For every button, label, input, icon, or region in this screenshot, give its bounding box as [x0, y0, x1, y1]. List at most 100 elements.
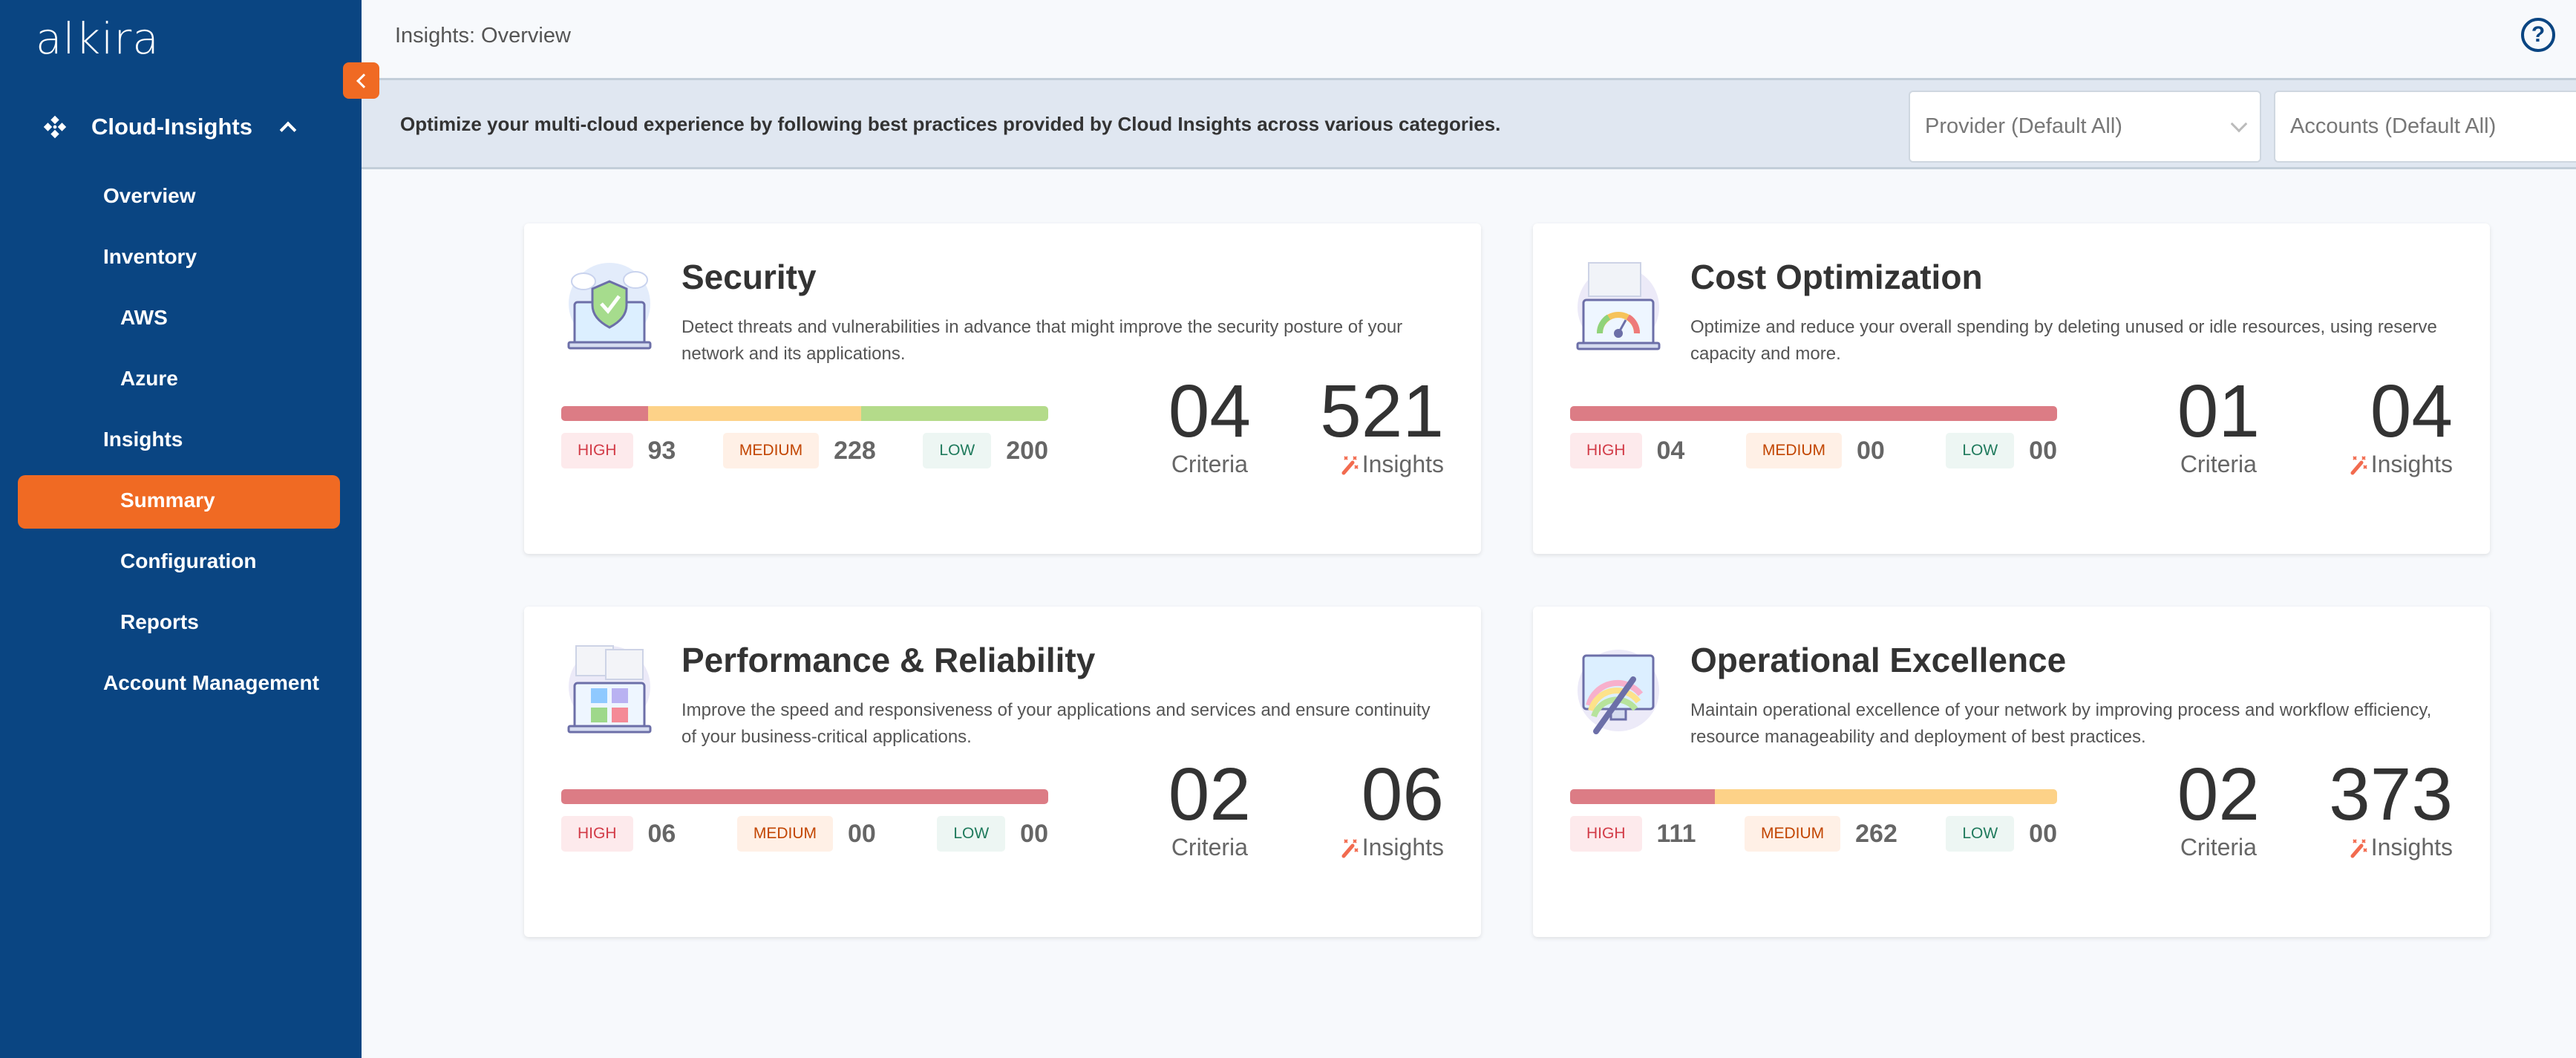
insights-stat[interactable]: 373 Insights [2329, 755, 2453, 861]
operational-monitor-pen-icon [1570, 642, 1667, 739]
page-title: Insights: Overview [395, 24, 571, 48]
severity-bar-high [561, 789, 1048, 804]
provider-select[interactable]: Provider (Default All) [1909, 91, 2261, 163]
severity-bar [561, 406, 1048, 421]
magic-wand-icon [2350, 455, 2367, 474]
low-badge: LOW [1946, 433, 2015, 468]
high-badge: HIGH [561, 433, 633, 468]
card-title: Performance & Reliability [681, 641, 1096, 679]
sidebar-item-configuration[interactable]: Configuration [120, 549, 257, 573]
medium-count: 00 [848, 819, 876, 848]
severity-bar-medium [1715, 789, 2057, 804]
help-icon[interactable]: ? [2521, 18, 2555, 52]
low-badge: LOW [923, 433, 992, 468]
insights-count: 521 [1320, 370, 1444, 453]
card-description: Maintain operational excellence of your … [1690, 700, 2432, 747]
criteria-count: 02 [1168, 753, 1251, 836]
magic-wand-icon [1341, 838, 1359, 858]
criteria-label: Criteria [2180, 834, 2257, 861]
high-badge: HIGH [561, 816, 633, 852]
criteria-label: Criteria [1171, 834, 1248, 861]
high-badge: HIGH [1570, 816, 1642, 852]
criteria-stat: 01 Criteria [2177, 372, 2260, 478]
card-description: Optimize and reduce your overall spendin… [1690, 317, 2437, 364]
chevron-left-icon [356, 73, 371, 88]
medium-count: 262 [1855, 819, 1897, 848]
low-badge: LOW [1946, 816, 2015, 852]
insights-label: Insights [1361, 451, 1444, 477]
sidebar-item-insights[interactable]: Insights [103, 428, 183, 451]
insights-label-row: Insights [2349, 451, 2453, 478]
medium-badge: MEDIUM [1745, 433, 1842, 468]
card-cost-optimization[interactable]: Cost Optimization Optimize and reduce yo… [1533, 223, 2490, 554]
magic-wand-icon [2350, 838, 2367, 858]
sidebar-item-inventory[interactable]: Inventory [103, 245, 197, 269]
info-banner: Optimize your multi-cloud experience by … [362, 80, 2576, 169]
security-shield-laptop-icon [561, 259, 658, 356]
high-count: 111 [1656, 819, 1696, 848]
sidebar-item-account-management[interactable]: Account Management [103, 671, 319, 695]
card-title: Security [681, 258, 817, 296]
criteria-count: 01 [2177, 370, 2260, 453]
alkira-logo[interactable]: alkira [36, 13, 160, 64]
severity-counts: HIGH 111 MEDIUM 262 LOW 00 [1570, 816, 2057, 852]
banner-text: Optimize your multi-cloud experience by … [400, 113, 1501, 135]
criteria-count: 04 [1168, 370, 1251, 453]
medium-badge: MEDIUM [1744, 816, 1841, 852]
severity-bar-medium [648, 406, 862, 421]
criteria-label: Criteria [2180, 451, 2257, 477]
insights-count: 373 [2329, 753, 2453, 836]
insights-stat[interactable]: 521 Insights [1320, 372, 1444, 478]
medium-badge: MEDIUM [722, 433, 820, 468]
sidebar-item-aws[interactable]: AWS [120, 306, 168, 330]
insights-label: Insights [2370, 834, 2453, 861]
accounts-select[interactable]: Accounts (Default All) [2274, 91, 2576, 163]
low-count: 200 [1006, 436, 1048, 465]
severity-counts: HIGH 06 MEDIUM 00 LOW 00 [561, 816, 1048, 852]
performance-dashboard-laptop-icon [561, 642, 658, 739]
insights-label-row: Insights [1320, 451, 1444, 478]
severity-bar-high [1570, 789, 1716, 804]
sidebar-item-reports[interactable]: Reports [120, 610, 199, 634]
sidebar-item-summary[interactable]: Summary [120, 489, 215, 512]
insights-label-row: Insights [1340, 834, 1444, 861]
sidebar-section-cloud-insights[interactable]: Cloud-Insights [41, 113, 297, 141]
low-count: 00 [2029, 436, 2057, 465]
insights-label: Insights [1361, 834, 1444, 861]
provider-select-placeholder: Provider (Default All) [1925, 114, 2122, 138]
insights-stat[interactable]: 06 Insights [1340, 755, 1444, 861]
severity-bar-low [861, 406, 1048, 421]
insights-count: 06 [1361, 753, 1444, 836]
sidebar-item-azure[interactable]: Azure [120, 367, 178, 391]
severity-counts: HIGH 93 MEDIUM 228 LOW 200 [561, 433, 1048, 468]
page-header: Insights: Overview ? [362, 0, 2576, 80]
card-title: Cost Optimization [1690, 258, 1983, 296]
medium-badge: MEDIUM [736, 816, 833, 852]
low-badge: LOW [937, 816, 1006, 852]
criteria-stat: 04 Criteria [1168, 372, 1251, 478]
criteria-label: Criteria [1171, 451, 1248, 477]
high-badge: HIGH [1570, 433, 1642, 468]
criteria-count: 02 [2177, 753, 2260, 836]
criteria-stat: 02 Criteria [1168, 755, 1251, 861]
card-security[interactable]: Security Detect threats and vulnerabilit… [524, 223, 1481, 554]
insights-label: Insights [2370, 451, 2453, 477]
cloud-insights-icon [43, 115, 67, 139]
severity-counts: HIGH 04 MEDIUM 00 LOW 00 [1570, 433, 2057, 468]
medium-count: 228 [834, 436, 876, 465]
accounts-select-placeholder: Accounts (Default All) [2290, 114, 2497, 138]
insights-stat[interactable]: 04 Insights [2349, 372, 2453, 478]
severity-bar-high [561, 406, 649, 421]
card-performance-reliability[interactable]: Performance & Reliability Improve the sp… [524, 607, 1481, 937]
collapse-sidebar-button[interactable] [343, 62, 379, 99]
severity-bar-high [1570, 406, 2057, 421]
card-description: Detect threats and vulnerabilities in ad… [681, 317, 1403, 364]
chevron-up-icon[interactable] [279, 121, 297, 139]
magic-wand-icon [1341, 455, 1359, 474]
card-description: Improve the speed and responsiveness of … [681, 700, 1431, 747]
card-operational-excellence[interactable]: Operational Excellence Maintain operatio… [1533, 607, 2490, 937]
insights-label-row: Insights [2329, 834, 2453, 861]
insights-count: 04 [2370, 370, 2453, 453]
sidebar-item-overview[interactable]: Overview [103, 184, 196, 208]
high-count: 04 [1656, 436, 1685, 465]
